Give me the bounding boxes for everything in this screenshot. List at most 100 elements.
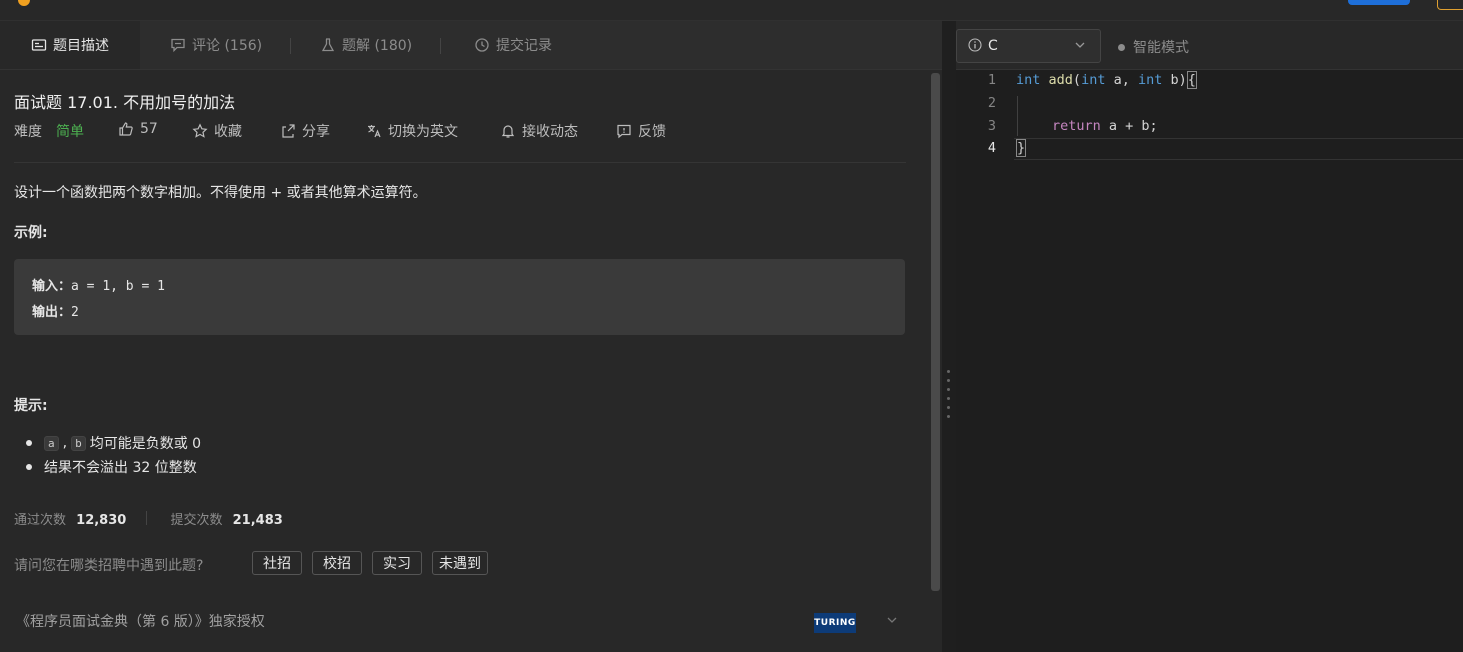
indent-guide	[1017, 96, 1018, 136]
line-number: 4	[987, 140, 996, 156]
info-icon	[968, 37, 982, 55]
function-name: add	[1048, 72, 1073, 88]
status-dot-icon	[1118, 43, 1125, 51]
tab-comments[interactable]: 评论 (156)	[170, 21, 262, 69]
submitted-count: 21,483	[232, 513, 283, 528]
hints-heading: 提示:	[14, 398, 48, 414]
submission-stats: 通过次数 12,830 提交次数 21,483	[14, 509, 283, 528]
survey-option-campus[interactable]: 校招	[312, 551, 362, 575]
brace: {	[1186, 71, 1197, 89]
smart-mode-toggle[interactable]: 智能模式	[1118, 37, 1189, 57]
difficulty-badge: 简单	[56, 124, 84, 140]
translate-icon	[368, 125, 381, 138]
param: a,	[1105, 72, 1138, 88]
hint-text: 均可能是负数或 0	[89, 436, 202, 452]
subscribe-button[interactable]: 接收动态	[500, 121, 578, 141]
example-input-line: 输入：a = 1, b = 1	[32, 275, 165, 294]
tab-solutions[interactable]: 题解 (180)	[320, 21, 412, 69]
list-item: a,b 均可能是负数或 0	[26, 433, 202, 453]
tab-solutions-label: 题解 (180)	[342, 38, 413, 54]
comment-icon	[171, 38, 185, 53]
star-icon	[192, 123, 208, 138]
subscribe-label: 接收动态	[522, 124, 578, 140]
keyword: int	[1137, 72, 1163, 88]
feedback-label: 反馈	[638, 124, 666, 140]
description-icon	[31, 39, 47, 51]
difficulty: 难度	[14, 121, 42, 141]
language-label: C	[988, 38, 998, 54]
problem-tabs: 题目描述 评论 (156) 题解 (180) 提交记录	[0, 21, 942, 70]
like-button[interactable]: 57	[118, 121, 158, 137]
bullet	[26, 440, 32, 446]
translate-button[interactable]: 切换为英文	[366, 121, 458, 141]
source-footer: 《程序员面试金典（第 6 版）》独家授权 TURING	[0, 600, 928, 652]
divider	[14, 162, 906, 163]
chevron-down-icon[interactable]	[886, 614, 898, 629]
example-output-label: 输出：	[32, 305, 72, 320]
tab-comments-label: 评论 (156)	[192, 38, 263, 54]
panel-resizer[interactable]	[942, 21, 956, 652]
keyword: int	[1081, 72, 1106, 88]
language-select[interactable]: C	[956, 29, 1101, 63]
top-navbar	[0, 0, 1463, 21]
example-input: a = 1, b = 1	[71, 279, 165, 294]
problem-title: 面试题 17.01. 不用加号的加法	[14, 93, 236, 112]
feedback-button[interactable]: 反馈	[616, 121, 666, 141]
thumbs-up-icon	[119, 122, 133, 136]
feedback-icon	[617, 124, 631, 139]
list-item: 结果不会溢出 32 位整数	[26, 457, 197, 477]
line-number: 3	[987, 118, 996, 134]
code-line: return a + b;	[1052, 118, 1158, 134]
code-a: a	[44, 435, 59, 451]
tab-submissions-label: 提交记录	[496, 38, 552, 54]
problem-description: 设计一个函数把两个数字相加。不得使用 + 或者其他算术运算符。	[14, 185, 427, 201]
survey-option-intern[interactable]: 实习	[372, 551, 422, 575]
flask-icon	[321, 38, 335, 52]
example-heading: 示例:	[14, 225, 48, 241]
survey-option-social[interactable]: 社招	[252, 551, 302, 575]
stat-divider	[146, 511, 147, 525]
code-editor[interactable]: 1 2 3 4 int add(int a, int b){ return a …	[956, 70, 1463, 652]
difficulty-label: 难度	[14, 124, 42, 140]
keyword: int	[1016, 72, 1041, 88]
tab-description[interactable]: 题目描述	[0, 21, 140, 69]
problem-meta-bar: 难度 简单 57 收藏 分享 切换为英文 接收动态 反馈	[14, 121, 906, 143]
hint-sep: ,	[62, 435, 68, 451]
share-icon	[282, 124, 295, 138]
hint-text: 结果不会溢出 32 位整数	[44, 460, 197, 476]
survey-option-none[interactable]: 未遇到	[432, 551, 488, 575]
share-button[interactable]: 分享	[280, 121, 330, 141]
editor-toolbar: C 智能模式	[956, 21, 1463, 70]
survey-question: 请问您在哪类招聘中遇到此题?	[14, 558, 204, 574]
code-b: b	[71, 435, 86, 451]
leetcode-logo-icon[interactable]	[18, 0, 30, 6]
current-line-highlight	[1014, 138, 1463, 160]
example-block: 输入：a = 1, b = 1 输出：2	[14, 259, 905, 335]
scrollbar[interactable]	[931, 73, 940, 591]
drag-handle-icon	[947, 370, 950, 424]
bullet	[26, 464, 32, 470]
editor-panel: C 智能模式 1 2 3 4 int add(int a, int b){ re…	[956, 21, 1463, 652]
example-output-line: 输出：2	[32, 301, 79, 320]
smart-mode-label: 智能模式	[1133, 40, 1189, 56]
example-input-label: 输入：	[32, 279, 72, 294]
code-line: int add(int a, int b){	[1016, 71, 1197, 89]
user-menu-button[interactable]	[1437, 0, 1463, 10]
expression: a + b;	[1100, 118, 1158, 134]
tab-submissions[interactable]: 提交记录	[474, 21, 552, 69]
problem-panel: 题目描述 评论 (156) 题解 (180) 提交记录 面试题 17.01. 不…	[0, 21, 942, 652]
code-line: }	[1016, 139, 1027, 157]
accepted-label: 通过次数	[14, 513, 67, 528]
tab-divider	[290, 38, 291, 54]
interview-survey: 请问您在哪类招聘中遇到此题? 社招 校招 实习 未遇到	[14, 551, 488, 575]
clock-icon	[475, 38, 489, 52]
share-label: 分享	[302, 124, 330, 140]
premium-icon[interactable]	[1348, 0, 1410, 5]
source-text: 《程序员面试金典（第 6 版）》独家授权	[16, 614, 265, 630]
bell-icon	[501, 125, 515, 138]
turing-logo: TURING	[814, 613, 856, 633]
paren: (	[1072, 72, 1082, 88]
example-output: 2	[71, 305, 79, 320]
favorite-button[interactable]: 收藏	[192, 121, 242, 141]
param: b)	[1162, 72, 1187, 88]
